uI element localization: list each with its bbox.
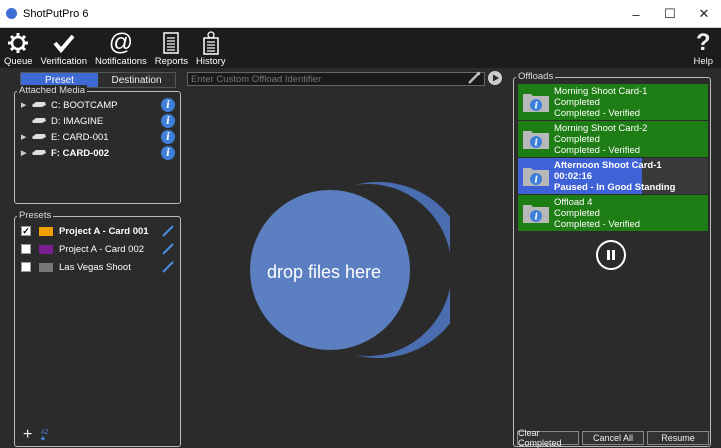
expand-arrow-icon[interactable]: ▶ xyxy=(21,101,31,109)
expand-arrow-icon[interactable]: ▶ xyxy=(21,149,31,157)
offload-identifier-input[interactable] xyxy=(187,72,485,86)
offload-card-1[interactable]: i Morning Shoot Card-1 Completed Complet… xyxy=(518,84,708,120)
drive-icon xyxy=(31,116,51,127)
folder-info-icon: i xyxy=(522,202,550,224)
preset-item-3[interactable]: Las Vegas Shoot xyxy=(21,259,175,275)
media-item-f[interactable]: ▶ F: CARD-002 i xyxy=(21,145,179,161)
window-title: ShotPutPro 6 xyxy=(23,7,89,20)
info-icon[interactable]: i xyxy=(161,146,175,160)
identifier-actions xyxy=(467,70,503,89)
folder-info-icon: i xyxy=(522,128,550,150)
preset-item-2[interactable]: Project A - Card 002 xyxy=(21,241,175,257)
gear-icon xyxy=(7,30,29,56)
folder-info-icon: i xyxy=(522,165,550,187)
window-controls: – ☐ ✕ xyxy=(619,0,721,28)
edit-pencil-icon[interactable] xyxy=(161,224,175,238)
history-icon xyxy=(203,30,219,56)
at-sign-icon: @ xyxy=(108,29,134,56)
main-toolbar: Queue Verification @ Notifications Repor… xyxy=(0,28,721,68)
verification-button[interactable]: Verification xyxy=(37,28,91,67)
sort-az-icon[interactable]: AZ xyxy=(40,427,54,444)
info-icon[interactable]: i xyxy=(161,130,175,144)
tab-destination[interactable]: Destination xyxy=(98,73,175,87)
color-swatch xyxy=(39,244,53,254)
add-icon[interactable]: + xyxy=(23,426,32,444)
offload-card-4[interactable]: i Offload 4 Completed Completed - Verifi… xyxy=(518,195,708,231)
close-button[interactable]: ✕ xyxy=(687,0,721,28)
svg-text:i: i xyxy=(535,102,539,112)
attached-media-group: Attached Media ▶ C: BOOTCAMP i D: IMAGIN… xyxy=(14,85,181,204)
info-icon[interactable]: i xyxy=(161,114,175,128)
svg-text:i: i xyxy=(535,139,539,149)
media-item-e[interactable]: ▶ E: CARD-001 i xyxy=(21,129,179,145)
color-swatch xyxy=(39,226,53,236)
offload-card-2[interactable]: i Morning Shoot Card-2 Completed Complet… xyxy=(518,121,708,157)
folder-info-icon: i xyxy=(522,91,550,113)
offloads-title: Offloads xyxy=(516,71,556,82)
history-button[interactable]: History xyxy=(192,28,230,67)
title-bar: ShotPutPro 6 – ☐ ✕ xyxy=(0,0,721,28)
resume-button[interactable]: Resume xyxy=(647,431,709,445)
media-item-d[interactable]: D: IMAGINE i xyxy=(21,113,179,129)
question-mark-icon: ? xyxy=(695,29,711,56)
reports-button[interactable]: Reports xyxy=(151,28,192,67)
maximize-button[interactable]: ☐ xyxy=(653,0,687,28)
drive-icon xyxy=(31,148,51,159)
offload-card-3[interactable]: i Afternoon Shoot Card-1 00:02:16 Paused… xyxy=(518,158,708,194)
checkmark-icon xyxy=(52,30,76,56)
checkbox[interactable]: ✓ xyxy=(21,226,31,236)
color-swatch xyxy=(39,262,53,272)
edit-pencil-icon[interactable] xyxy=(161,242,175,256)
cancel-all-button[interactable]: Cancel All xyxy=(582,431,644,445)
svg-text:i: i xyxy=(535,176,539,186)
svg-text:i: i xyxy=(535,213,539,223)
media-item-c[interactable]: ▶ C: BOOTCAMP i xyxy=(21,97,179,113)
presets-group: Presets ✓ Project A - Card 001 Project A… xyxy=(14,210,181,447)
pause-icon xyxy=(607,250,615,260)
attached-media-title: Attached Media xyxy=(17,85,88,96)
play-circle-icon[interactable] xyxy=(487,70,503,89)
pause-button[interactable] xyxy=(596,240,626,270)
edit-pencil-icon[interactable] xyxy=(161,260,175,274)
preset-item-1[interactable]: ✓ Project A - Card 001 xyxy=(21,223,175,239)
notifications-button[interactable]: @ Notifications xyxy=(91,28,151,68)
app-icon xyxy=(6,8,17,19)
minimize-button[interactable]: – xyxy=(619,0,653,28)
presets-title: Presets xyxy=(17,210,54,221)
clear-completed-button[interactable]: Clear Completed xyxy=(517,428,579,448)
expand-arrow-icon[interactable]: ▶ xyxy=(21,133,31,141)
drive-icon xyxy=(31,132,51,143)
drop-zone-text: drop files here xyxy=(266,262,382,282)
preset-actions: + AZ xyxy=(23,426,54,444)
info-icon[interactable]: i xyxy=(161,98,175,112)
queue-button[interactable]: Queue xyxy=(0,28,37,67)
checkbox[interactable] xyxy=(21,244,31,254)
svg-text:AZ: AZ xyxy=(41,430,49,436)
checkbox[interactable] xyxy=(21,262,31,272)
report-icon xyxy=(163,30,180,56)
drive-icon xyxy=(31,100,51,111)
eyedropper-icon[interactable] xyxy=(467,71,481,88)
help-button[interactable]: ? Help xyxy=(693,29,713,68)
